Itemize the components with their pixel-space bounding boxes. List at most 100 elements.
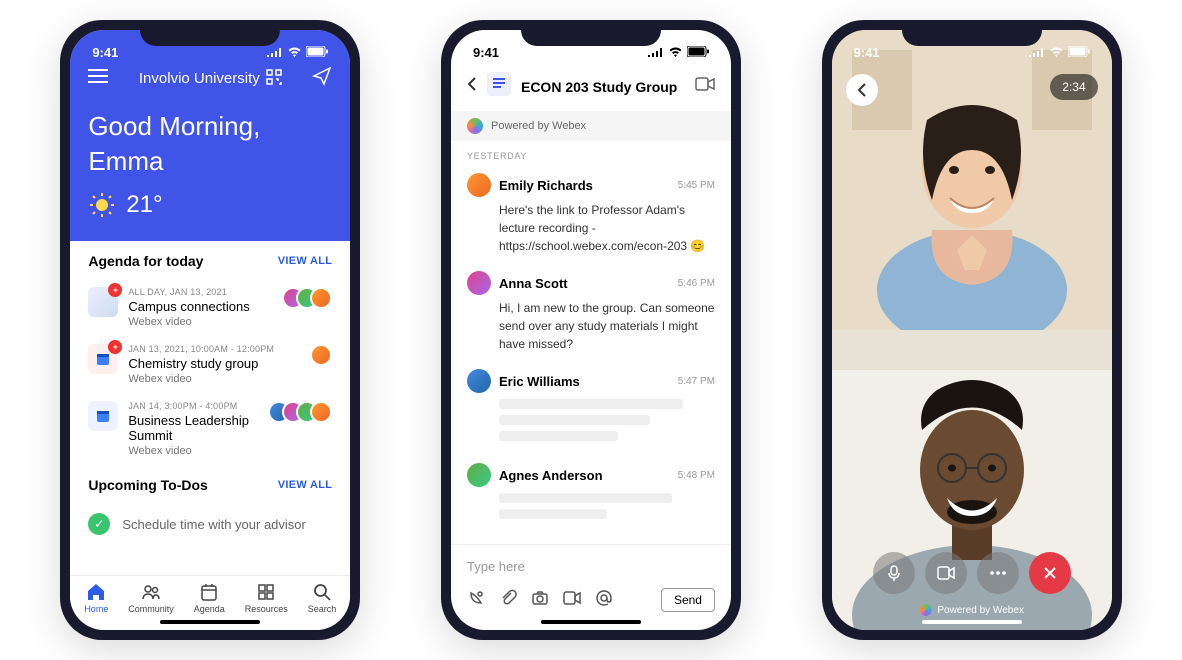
todos-header: Upcoming To-Dos [88, 477, 208, 493]
wifi-icon [287, 45, 302, 60]
todos-view-all[interactable]: VIEW ALL [278, 479, 333, 491]
avatar [467, 463, 491, 487]
app-title: Involvio University [139, 70, 260, 87]
status-time: 9:41 [473, 45, 499, 60]
avatar [467, 369, 491, 393]
temperature: 21° [126, 191, 162, 219]
status-time: 9:41 [92, 45, 118, 60]
call-controls [873, 552, 1071, 594]
signal-icon [1029, 45, 1045, 60]
agenda-title: Campus connections [128, 299, 272, 314]
sender-name: Eric Williams [499, 374, 670, 389]
nav-home[interactable]: Home [84, 582, 108, 614]
message[interactable]: Agnes Anderson 5:48 PM [451, 455, 731, 533]
home-icon [86, 582, 106, 602]
webex-icon [467, 118, 483, 134]
end-call-button[interactable] [1029, 552, 1071, 594]
message-time: 5:45 PM [678, 180, 715, 191]
home-indicator[interactable] [922, 620, 1022, 624]
attendee-avatars [268, 401, 332, 423]
agenda-date: JAN 14, 3:00PM - 4:00PM [128, 401, 258, 411]
home-indicator[interactable] [541, 620, 641, 624]
nav-search[interactable]: Search [308, 582, 337, 614]
more-button[interactable] [977, 552, 1019, 594]
greeting-line-1: Good Morning, [88, 111, 332, 142]
agenda-date: ALL DAY, JAN 13, 2021 [128, 287, 272, 297]
notch [140, 20, 280, 46]
attendee-avatars [310, 344, 332, 366]
attach-icon[interactable] [499, 589, 517, 612]
phone-messaging-screen: 9:41 ECON 203 Study Group Powered by Web… [441, 20, 741, 640]
camera-icon[interactable] [531, 589, 549, 612]
sender-name: Anna Scott [499, 276, 670, 291]
agenda-view-all[interactable]: VIEW ALL [278, 255, 333, 267]
date-divider: YESTERDAY [451, 141, 731, 165]
sender-name: Emily Richards [499, 178, 670, 193]
video-call-icon[interactable] [695, 77, 715, 96]
avatar [467, 271, 491, 295]
event-thumbnail: + [88, 287, 118, 317]
attendee-avatars [282, 287, 332, 309]
search-icon [312, 582, 332, 602]
emoji-icon[interactable] [467, 589, 485, 612]
weather-row: 21° [88, 191, 332, 219]
video-icon[interactable] [563, 589, 581, 612]
nav-resources[interactable]: Resources [245, 582, 288, 614]
message[interactable]: Eric Williams 5:47 PM [451, 361, 731, 455]
hamburger-icon[interactable] [88, 69, 108, 88]
agenda-header: Agenda for today [88, 253, 203, 269]
message[interactable]: Anna Scott 5:46 PM Hi, I am new to the g… [451, 263, 731, 361]
event-thumbnail [88, 401, 118, 431]
agenda-item[interactable]: JAN 14, 3:00PM - 4:00PM Business Leaders… [70, 393, 350, 465]
agenda-date: JAN 13, 2021, 10:00AM - 12:00PM [128, 344, 300, 354]
message[interactable]: Emily Richards 5:45 PM Here's the link t… [451, 165, 731, 263]
message-time: 5:47 PM [678, 376, 715, 387]
battery-icon [306, 45, 328, 60]
qr-icon[interactable] [266, 69, 282, 89]
agenda-title: Business Leadership Summit [128, 413, 258, 443]
group-title: ECON 203 Study Group [521, 79, 685, 95]
sender-name: Agnes Anderson [499, 468, 670, 483]
message-body-loading [467, 493, 715, 519]
send-icon[interactable] [312, 66, 332, 91]
notch [902, 20, 1042, 46]
agenda-subtitle: Webex video [128, 445, 258, 457]
greeting-line-2: Emma [88, 146, 332, 177]
back-button[interactable] [846, 74, 878, 106]
battery-icon [1068, 45, 1090, 60]
check-icon: ✓ [88, 513, 110, 535]
send-button[interactable]: Send [661, 588, 715, 612]
todo-text: Schedule time with your advisor [122, 517, 306, 532]
todo-item[interactable]: ✓ Schedule time with your advisor [70, 503, 350, 545]
sun-icon [88, 191, 116, 219]
nav-community[interactable]: Community [128, 582, 174, 614]
mute-button[interactable] [873, 552, 915, 594]
camera-button[interactable] [925, 552, 967, 594]
call-timer: 2:34 [1050, 74, 1097, 100]
resources-icon [256, 582, 276, 602]
mention-icon[interactable] [595, 589, 613, 612]
message-body: Here's the link to Professor Adam's lect… [467, 201, 715, 255]
signal-icon [648, 45, 664, 60]
message-time: 5:46 PM [678, 278, 715, 289]
home-indicator[interactable] [160, 620, 260, 624]
signal-icon [267, 45, 283, 60]
agenda-icon [199, 582, 219, 602]
phone-home-screen: 9:41 [60, 20, 360, 640]
agenda-subtitle: Webex video [128, 373, 300, 385]
group-thumbnail [487, 72, 511, 101]
wifi-icon [668, 45, 683, 60]
message-input[interactable]: Type here [467, 553, 715, 580]
agenda-title: Chemistry study group [128, 356, 300, 371]
wifi-icon [1049, 45, 1064, 60]
agenda-item[interactable]: + ALL DAY, JAN 13, 2021 Campus connectio… [70, 279, 350, 336]
message-body: Hi, I am new to the group. Can someone s… [467, 299, 715, 353]
message-body-loading [467, 399, 715, 441]
back-icon[interactable] [467, 76, 477, 97]
event-thumbnail: + [88, 344, 118, 374]
powered-by-bar: Powered by Webex [451, 111, 731, 141]
nav-agenda[interactable]: Agenda [194, 582, 225, 614]
agenda-item[interactable]: + JAN 13, 2021, 10:00AM - 12:00PM Chemis… [70, 336, 350, 393]
notch [521, 20, 661, 46]
webex-icon [919, 604, 931, 616]
